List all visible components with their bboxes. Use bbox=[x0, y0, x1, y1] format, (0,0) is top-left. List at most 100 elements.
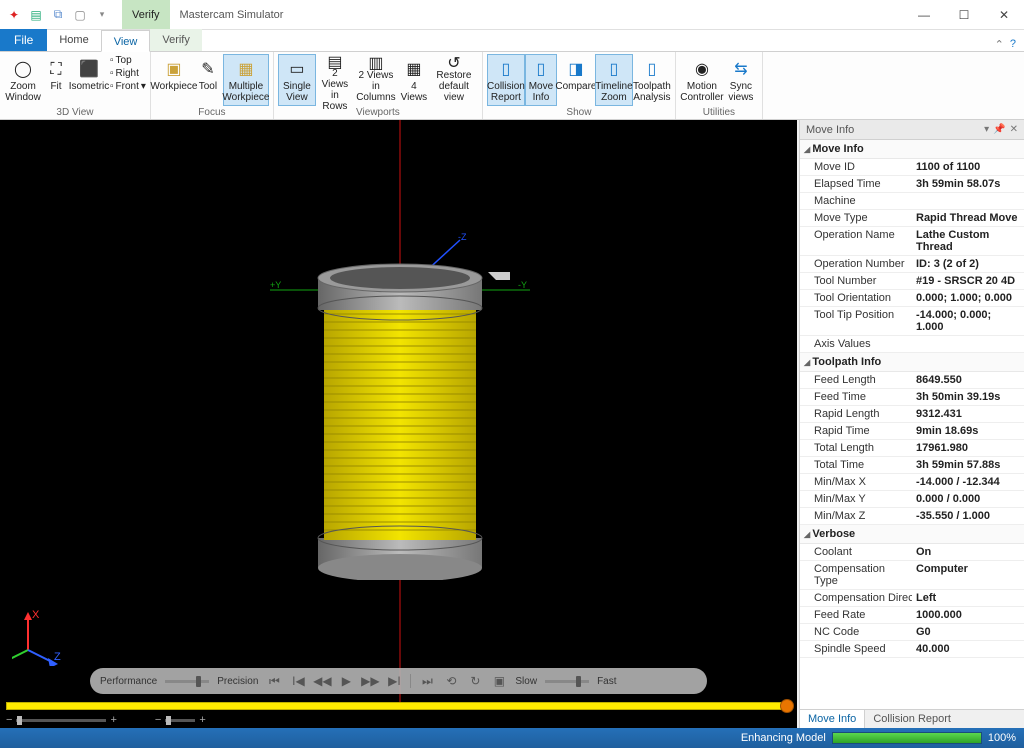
contextual-tab-label: Verify bbox=[122, 0, 170, 29]
qat-icon-3[interactable]: ▢ bbox=[72, 7, 88, 23]
step-fwd-button[interactable]: ▶▶ bbox=[362, 673, 378, 689]
section-move-info[interactable]: Move Info bbox=[800, 140, 1024, 159]
axis-triad: X Y Z bbox=[12, 606, 72, 666]
app-icon: ✦ bbox=[6, 7, 22, 23]
group-viewports: ▭Single View ▤2 Views in Rows ▥2 Views i… bbox=[274, 52, 483, 119]
speed-slider[interactable] bbox=[545, 680, 589, 683]
group-show: ▯Collision Report ▯Move Info ◨Compare ▯T… bbox=[483, 52, 676, 119]
qat-dropdown-icon[interactable]: ▾ bbox=[94, 7, 110, 23]
precision-label: Precision bbox=[217, 676, 258, 687]
section-verbose[interactable]: Verbose bbox=[800, 525, 1024, 544]
zoom-in-icon[interactable]: + bbox=[110, 714, 116, 726]
group-label-3dview: 3D View bbox=[56, 107, 93, 118]
play-button[interactable]: ▶ bbox=[338, 673, 354, 689]
tab-verify[interactable]: Verify bbox=[150, 29, 202, 51]
group-label-viewports: Viewports bbox=[356, 107, 400, 118]
ribbon-help-icon[interactable]: ? bbox=[1010, 38, 1016, 51]
qat-icon-2[interactable]: ⧉ bbox=[50, 7, 66, 23]
zoom-window-button[interactable]: ◯Zoom Window bbox=[4, 54, 42, 106]
fit-icon: ⛶ bbox=[44, 57, 68, 81]
zoom-out-icon[interactable]: − bbox=[6, 714, 12, 726]
isometric-button[interactable]: ⬛Isometric bbox=[70, 54, 108, 106]
performance-slider[interactable] bbox=[165, 680, 209, 683]
group-focus: ▣Workpiece ✎Tool ▦Multiple Workpiece Foc… bbox=[151, 52, 274, 119]
3d-viewport[interactable]: +Y -Y -Z +Z bbox=[0, 120, 799, 728]
svg-text:-Z: -Z bbox=[458, 232, 467, 242]
timeline-end-handle[interactable] bbox=[780, 699, 794, 713]
ribbon-collapse-icon[interactable]: ⌃ bbox=[995, 38, 1004, 51]
move-info-panel: Move Info ▾ 📌 ✕ Move Info Move ID1100 of… bbox=[799, 120, 1024, 728]
2rows-button[interactable]: ▤2 Views in Rows bbox=[316, 54, 354, 106]
maximize-button[interactable]: ☐ bbox=[944, 0, 984, 30]
section-toolpath-info[interactable]: Toolpath Info bbox=[800, 353, 1024, 372]
cube-icon: ⬛ bbox=[77, 57, 101, 81]
close-button[interactable]: ✕ bbox=[984, 0, 1024, 30]
workpiece-button[interactable]: ▣Workpiece bbox=[155, 54, 193, 106]
loop-button[interactable]: ⟲ bbox=[443, 673, 459, 689]
rows-icon: ▤ bbox=[323, 57, 347, 68]
step-back-button[interactable]: ◀◀ bbox=[314, 673, 330, 689]
ribbon-tabs: File Home View Verify ⌃ ? bbox=[0, 30, 1024, 52]
tool-button[interactable]: ✎Tool bbox=[193, 54, 223, 106]
joystick-icon: ◉ bbox=[690, 57, 714, 81]
restore-icon: ↺ bbox=[442, 57, 466, 70]
grid4-icon: ▦ bbox=[402, 57, 426, 81]
panel-tab-collision-report[interactable]: Collision Report bbox=[865, 710, 959, 728]
goto-end-button[interactable]: ⏭ bbox=[419, 673, 435, 689]
goto-start-button[interactable]: ⏮ bbox=[266, 673, 282, 689]
fast-label: Fast bbox=[597, 676, 616, 687]
single-view-button[interactable]: ▭Single View bbox=[278, 54, 316, 106]
restart-button[interactable]: ↻ bbox=[467, 673, 483, 689]
panel-tabs: Move Info Collision Report bbox=[800, 709, 1024, 728]
toolpath-analysis-button[interactable]: ▯Toolpath Analysis bbox=[633, 54, 671, 106]
prev-op-button[interactable]: I◀ bbox=[290, 673, 306, 689]
zoom-in-icon-2[interactable]: + bbox=[199, 714, 205, 726]
sync-views-button[interactable]: ⇆Sync views bbox=[724, 54, 758, 106]
fit-button[interactable]: ⛶Fit bbox=[42, 54, 70, 106]
panel-title: Move Info ▾ 📌 ✕ bbox=[800, 120, 1024, 140]
svg-text:Z: Z bbox=[54, 651, 61, 663]
collision-report-button[interactable]: ▯Collision Report bbox=[487, 54, 525, 106]
tab-home[interactable]: Home bbox=[47, 29, 100, 51]
single-view-icon: ▭ bbox=[285, 57, 309, 81]
timeline[interactable] bbox=[6, 702, 791, 710]
progress-percent: 100% bbox=[988, 732, 1016, 744]
group-label-utilities: Utilities bbox=[703, 107, 735, 118]
quick-access-toolbar: ✦ ▤ ⧉ ▢ ▾ bbox=[0, 7, 116, 23]
group-label-show: Show bbox=[566, 107, 591, 118]
progress-bar bbox=[832, 732, 982, 744]
multiple-workpiece-button[interactable]: ▦Multiple Workpiece bbox=[223, 54, 269, 106]
timeline-zoom-bar: − + − + bbox=[6, 715, 791, 725]
performance-label: Performance bbox=[100, 676, 157, 687]
motion-controller-button[interactable]: ◉Motion Controller bbox=[680, 54, 724, 106]
view-presets[interactable]: ▫Top ▫Right ▫Front ▾ bbox=[108, 54, 146, 93]
slow-label: Slow bbox=[515, 676, 537, 687]
zoom-slider-2[interactable] bbox=[165, 719, 195, 722]
panel-pin-icon[interactable]: 📌 bbox=[993, 124, 1005, 135]
panel-dropdown-icon[interactable]: ▾ bbox=[984, 124, 989, 135]
top-icon: ▫ bbox=[110, 54, 114, 67]
4views-button[interactable]: ▦4 Views bbox=[398, 54, 430, 106]
tab-view[interactable]: View bbox=[101, 30, 151, 52]
front-icon: ▫ bbox=[110, 80, 114, 93]
status-label: Enhancing Model bbox=[741, 732, 826, 744]
2cols-button[interactable]: ▥2 Views in Columns bbox=[354, 54, 398, 106]
zoom-out-icon-2[interactable]: − bbox=[155, 714, 161, 726]
property-list[interactable]: Move Info Move ID1100 of 1100 Elapsed Ti… bbox=[800, 140, 1024, 709]
next-op-button[interactable]: ▶I bbox=[386, 673, 402, 689]
move-info-button[interactable]: ▯Move Info bbox=[525, 54, 557, 106]
stop-button[interactable]: ▣ bbox=[491, 673, 507, 689]
panel-tab-move-info[interactable]: Move Info bbox=[800, 710, 865, 728]
restore-view-button[interactable]: ↺Restore default view bbox=[430, 54, 478, 106]
group-3d-view: ◯Zoom Window ⛶Fit ⬛Isometric ▫Top ▫Right… bbox=[0, 52, 151, 119]
compare-button[interactable]: ◨Compare bbox=[557, 54, 595, 106]
qat-icon-1[interactable]: ▤ bbox=[28, 7, 44, 23]
timeline-zoom-button[interactable]: ▯Timeline Zoom bbox=[595, 54, 633, 106]
tab-file[interactable]: File bbox=[0, 29, 47, 51]
panel-close-icon[interactable]: ✕ bbox=[1010, 124, 1018, 135]
tool-icon: ✎ bbox=[196, 57, 220, 81]
compare-icon: ◨ bbox=[564, 57, 588, 81]
minimize-button[interactable]: — bbox=[904, 0, 944, 30]
zoom-slider-1[interactable] bbox=[16, 719, 106, 722]
main-area: +Y -Y -Z +Z bbox=[0, 120, 1024, 728]
